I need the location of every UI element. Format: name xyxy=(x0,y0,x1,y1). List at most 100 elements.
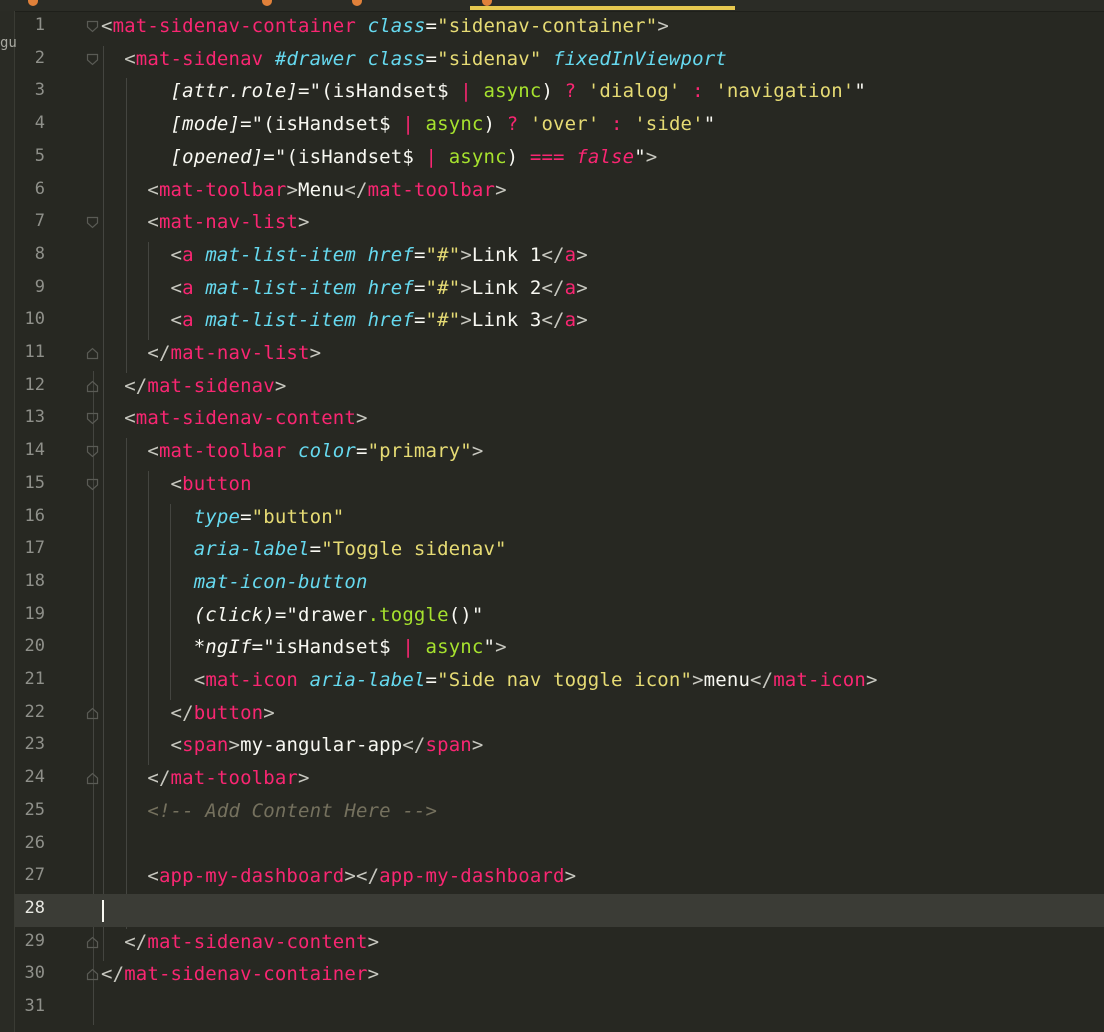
fold-open-icon[interactable] xyxy=(86,20,99,33)
code-line[interactable]: 16 type="button" xyxy=(0,502,1104,535)
line-number: 24 xyxy=(24,767,45,788)
code-line[interactable]: 29 </mat-sidenav-content> xyxy=(0,927,1104,960)
line-number: 4 xyxy=(34,113,45,134)
code-text: <a mat-list-item href="#">Link 1</a> xyxy=(170,243,588,266)
tab-modified-dot xyxy=(262,0,272,6)
line-number: 10 xyxy=(24,309,45,330)
line-number: 20 xyxy=(24,636,45,657)
code-text: <span>my-angular-app</span> xyxy=(170,734,484,757)
line-number: 26 xyxy=(24,832,45,853)
code-text: <mat-nav-list> xyxy=(147,211,310,234)
code-line[interactable]: 30 </mat-sidenav-container> xyxy=(0,959,1104,992)
code-text: <button xyxy=(170,472,252,495)
code-text: <app-my-dashboard></app-my-dashboard> xyxy=(147,865,577,888)
code-text: *ngIf="isHandset$ | async"> xyxy=(193,636,507,659)
code-line[interactable]: 20 *ngIf="isHandset$ | async"> xyxy=(0,632,1104,665)
line-number: 7 xyxy=(34,211,45,232)
code-text: <a mat-list-item href="#">Link 2</a> xyxy=(170,276,588,299)
code-line[interactable]: 17 aria-label="Toggle sidenav" xyxy=(0,534,1104,567)
code-line[interactable]: 4 [mode]="(isHandset$ | async) ? 'over' … xyxy=(0,109,1104,142)
line-number: 3 xyxy=(34,80,45,101)
line-number: 19 xyxy=(24,603,45,624)
code-text: [opened]="(isHandset$ | async) === false… xyxy=(170,145,658,168)
fold-open-icon[interactable] xyxy=(86,53,99,66)
code-line[interactable]: 21 <mat-icon aria-label="Side nav toggle… xyxy=(0,665,1104,698)
fold-open-icon[interactable] xyxy=(86,412,99,425)
line-number: 13 xyxy=(24,407,45,428)
code-text: </mat-sidenav> xyxy=(124,374,287,397)
fold-close-icon[interactable] xyxy=(86,347,99,360)
code-line[interactable]: 31 xyxy=(0,992,1104,1025)
line-number: 31 xyxy=(24,996,45,1016)
fold-close-icon[interactable] xyxy=(86,936,99,949)
code-text: (click)="drawer.toggle()" xyxy=(193,603,484,626)
line-number: 28 xyxy=(24,897,45,918)
code-line[interactable]: 18 mat-icon-button xyxy=(0,567,1104,600)
line-number: 22 xyxy=(24,701,45,722)
fold-close-icon[interactable] xyxy=(86,968,99,981)
fold-close-icon[interactable] xyxy=(86,707,99,720)
active-tab-indicator xyxy=(470,6,735,10)
line-number: 27 xyxy=(24,865,45,886)
code-text: aria-label="Toggle sidenav" xyxy=(193,538,507,561)
fold-close-icon[interactable] xyxy=(86,380,99,393)
code-line[interactable]: 15 <button xyxy=(0,469,1104,502)
code-line[interactable]: 10 <a mat-list-item href="#">Link 3</a> xyxy=(0,305,1104,338)
line-number: 5 xyxy=(34,145,45,166)
line-number: 29 xyxy=(24,930,45,951)
code-text: <a mat-list-item href="#">Link 3</a> xyxy=(170,309,588,332)
code-text: <mat-sidenav #drawer class="sidenav" fix… xyxy=(124,47,727,70)
code-line[interactable]: 9 <a mat-list-item href="#">Link 2</a> xyxy=(0,273,1104,306)
text-cursor xyxy=(102,899,104,922)
code-text: </mat-toolbar> xyxy=(147,767,310,790)
code-line[interactable]: 27 <app-my-dashboard></app-my-dashboard> xyxy=(0,861,1104,894)
code-line[interactable]: 6 <mat-toolbar>Menu</mat-toolbar> xyxy=(0,175,1104,208)
code-line[interactable]: 8 <a mat-list-item href="#">Link 1</a> xyxy=(0,240,1104,273)
line-number: 21 xyxy=(24,669,45,689)
code-line[interactable]: 28 xyxy=(0,894,1104,927)
code-line[interactable]: 22 </button> xyxy=(0,698,1104,731)
line-number: 11 xyxy=(24,342,45,362)
tab-modified-dot xyxy=(352,0,362,6)
code-line[interactable]: 26 xyxy=(0,829,1104,862)
code-text: type="button" xyxy=(193,505,345,528)
fold-open-icon[interactable] xyxy=(86,216,99,229)
code-line[interactable]: 5 [opened]="(isHandset$ | async) === fal… xyxy=(0,142,1104,175)
code-line[interactable]: 25 <!-- Add Content Here --> xyxy=(0,796,1104,829)
code-line[interactable]: 23 <span>my-angular-app</span> xyxy=(0,730,1104,763)
code-text: mat-icon-button xyxy=(193,570,368,593)
fold-open-icon[interactable] xyxy=(86,445,99,458)
code-text: </mat-nav-list> xyxy=(147,342,322,364)
code-text: <!-- Add Content Here --> xyxy=(147,799,438,822)
code-text: </mat-sidenav-container> xyxy=(101,963,380,986)
line-number: 9 xyxy=(34,276,45,297)
code-text: </button> xyxy=(170,701,275,724)
line-number: 23 xyxy=(24,734,45,755)
code-line[interactable]: 1 <mat-sidenav-container class="sidenav-c… xyxy=(0,11,1104,44)
code-text: [mode]="(isHandset$ | async) ? 'over' : … xyxy=(170,113,716,136)
code-text: <mat-toolbar>Menu</mat-toolbar> xyxy=(147,178,507,201)
code-line[interactable]: 7 <mat-nav-list> xyxy=(0,207,1104,240)
code-line[interactable]: 13 <mat-sidenav-content> xyxy=(0,403,1104,436)
code-line[interactable]: 24 </mat-toolbar> xyxy=(0,763,1104,796)
code-text: [attr.role]="(isHandset$ | async) ? 'dia… xyxy=(170,80,866,103)
tab-modified-dot xyxy=(28,0,38,6)
code-line[interactable]: 11 </mat-nav-list> xyxy=(0,338,1104,371)
fold-close-icon[interactable] xyxy=(86,772,99,785)
code-text: <mat-sidenav-content> xyxy=(124,407,368,430)
code-text: </mat-sidenav-content> xyxy=(124,930,380,953)
code-line[interactable]: 2 <mat-sidenav #drawer class="sidenav" f… xyxy=(0,44,1104,77)
line-number: 30 xyxy=(24,963,45,984)
code-editor[interactable]: gu 1 <mat-sidenav-container class="sidena… xyxy=(0,0,1104,1032)
code-line[interactable]: 14 <mat-toolbar color="primary"> xyxy=(0,436,1104,469)
code-line[interactable]: 12 </mat-sidenav> xyxy=(0,371,1104,404)
line-number: 12 xyxy=(24,374,45,395)
code-line[interactable]: 3 [attr.role]="(isHandset$ | async) ? 'd… xyxy=(0,76,1104,109)
line-number: 17 xyxy=(24,538,45,559)
code-line[interactable]: 19 (click)="drawer.toggle()" xyxy=(0,600,1104,633)
fold-open-icon[interactable] xyxy=(86,478,99,491)
line-number: 18 xyxy=(24,570,45,591)
line-number: 8 xyxy=(34,243,45,264)
line-number: 25 xyxy=(24,799,45,820)
line-number: 16 xyxy=(24,505,45,526)
